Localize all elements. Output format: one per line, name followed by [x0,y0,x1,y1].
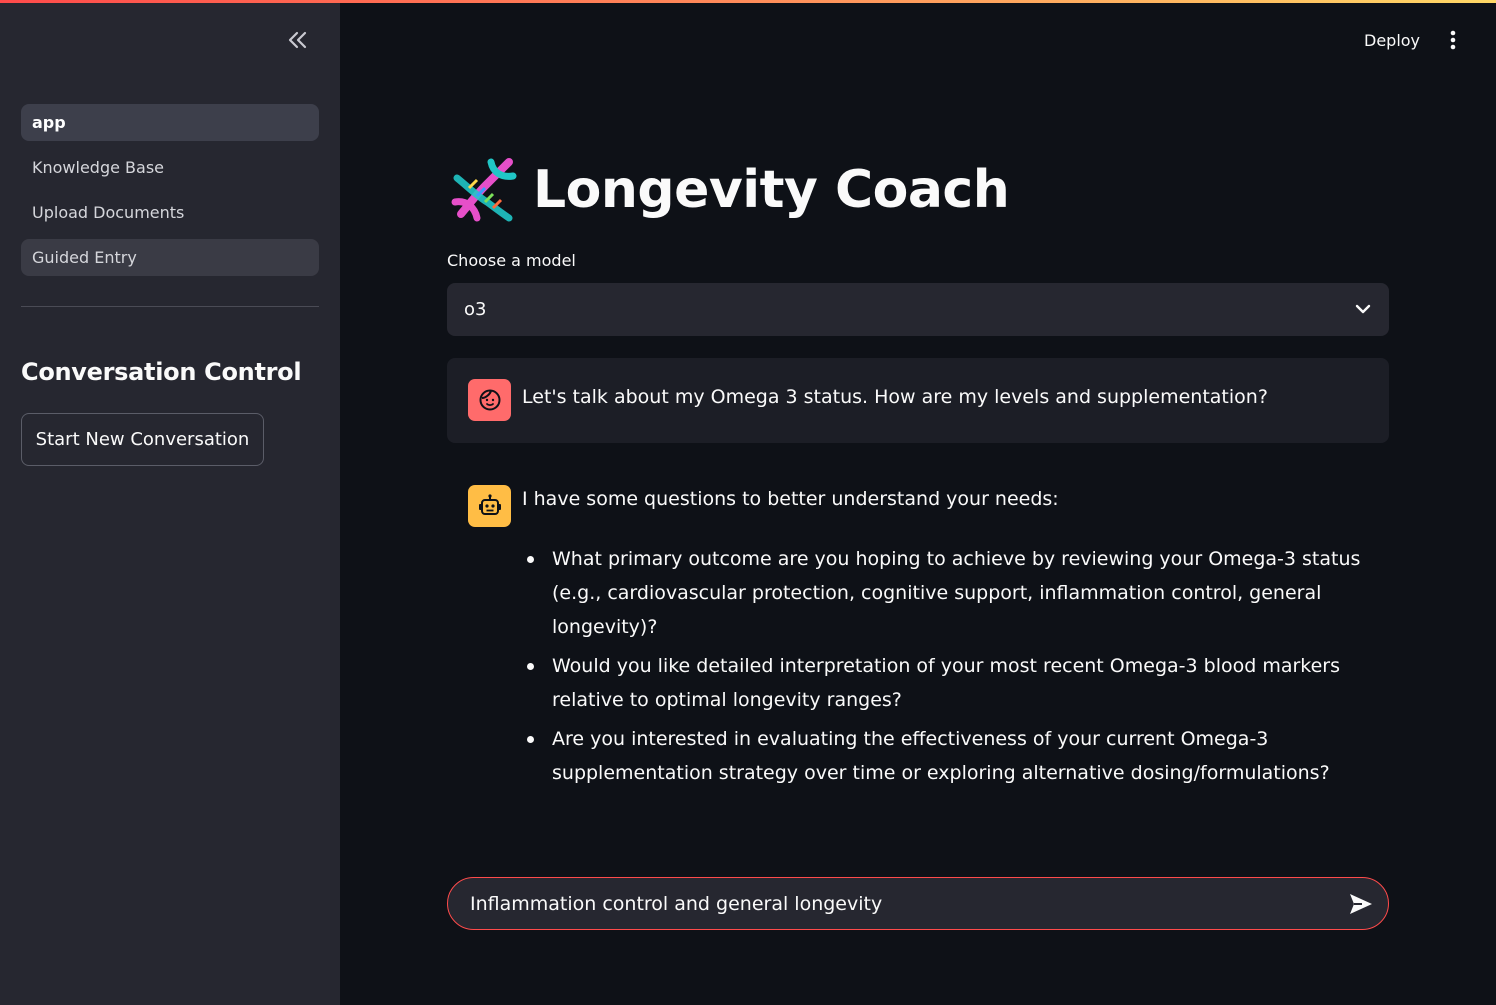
main-menu-button[interactable] [1440,26,1466,54]
start-new-conversation-button[interactable]: Start New Conversation [21,413,264,466]
sidebar-item-guided-entry[interactable]: Guided Entry [21,239,319,276]
page-title: Longevity Coach [533,160,1010,220]
chevron-down-icon [1355,304,1371,314]
page-title-row: Longevity Coach [447,152,1010,228]
robot-icon [478,494,501,515]
assistant-message-intro: I have some questions to better understa… [522,488,1059,510]
sidebar: app Knowledge Base Upload Documents Guid… [0,0,340,1005]
chat-input[interactable]: Inflammation control and general longevi… [447,877,1389,930]
dna-icon [451,158,517,222]
send-icon [1350,894,1372,914]
more-vertical-icon [1450,30,1456,50]
sidebar-nav: app Knowledge Base Upload Documents Guid… [21,104,319,284]
assistant-question-list: What primary outcome are you hoping to a… [527,542,1388,795]
chat-input-text: Inflammation control and general longevi… [470,892,883,915]
top-accent-bar [0,0,1496,3]
model-select[interactable]: o3 [447,283,1389,336]
user-face-icon [479,389,500,411]
assistant-avatar [468,485,511,527]
double-chevron-left-icon [288,31,307,49]
collapse-sidebar-button[interactable] [282,26,314,54]
sidebar-divider [21,306,319,307]
user-message-text: Let's talk about my Omega 3 status. How … [522,386,1268,408]
send-button[interactable] [1345,888,1377,920]
model-select-value: o3 [464,299,487,320]
sidebar-item-app[interactable]: app [21,104,319,141]
conversation-control-heading: Conversation Control [21,358,302,386]
deploy-button[interactable]: Deploy [1352,26,1432,54]
sidebar-item-knowledge-base[interactable]: Knowledge Base [21,149,319,186]
user-message: Let's talk about my Omega 3 status. How … [447,358,1389,443]
list-item: What primary outcome are you hoping to a… [527,542,1388,644]
list-item: Would you like detailed interpretation o… [527,649,1388,717]
sidebar-item-upload-documents[interactable]: Upload Documents [21,194,319,231]
list-item: Are you interested in evaluating the eff… [527,722,1388,790]
model-select-label: Choose a model [447,251,576,270]
user-avatar [468,379,511,421]
